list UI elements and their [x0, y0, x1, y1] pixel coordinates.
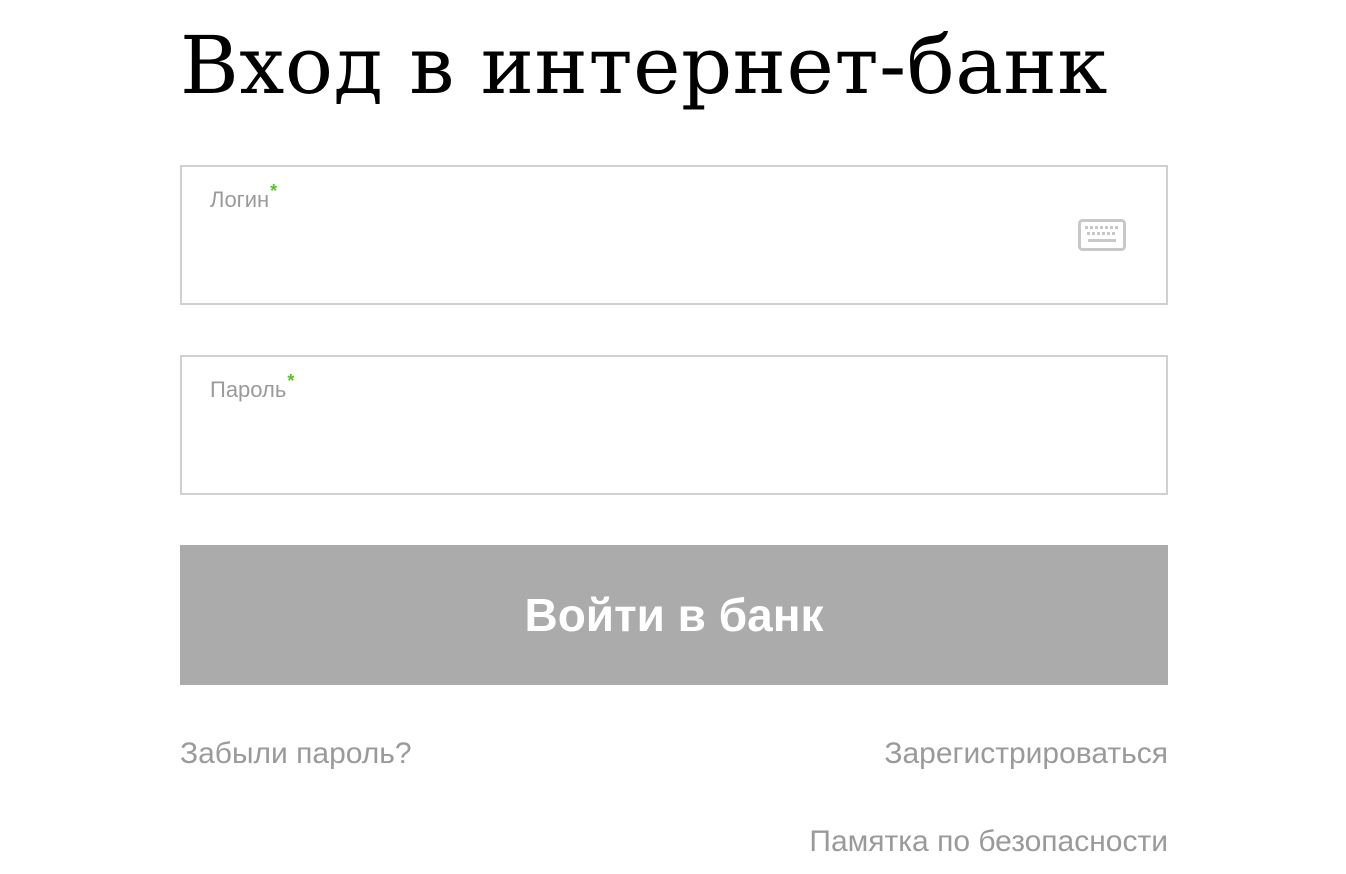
register-link[interactable]: Зарегистрироваться — [884, 736, 1168, 772]
page-title: Вход в интернет-банк — [180, 19, 1108, 112]
forgot-password-link[interactable]: Забыли пароль? — [180, 736, 412, 772]
login-field[interactable]: Логин* — [180, 165, 1168, 305]
virtual-keyboard-icon[interactable] — [1078, 219, 1126, 251]
login-submit-button[interactable]: Войти в банк — [180, 545, 1168, 685]
password-field[interactable]: Пароль* — [180, 355, 1168, 495]
login-label-text: Логин — [210, 187, 270, 212]
password-label: Пароль* — [210, 371, 294, 404]
login-required-mark: * — [270, 181, 278, 201]
password-label-text: Пароль — [210, 377, 287, 402]
security-memo-link[interactable]: Памятка по безопасности — [809, 824, 1168, 860]
login-input[interactable] — [210, 227, 1076, 277]
login-label: Логин* — [210, 181, 277, 214]
password-required-mark: * — [287, 371, 295, 391]
password-input[interactable] — [210, 417, 1138, 467]
